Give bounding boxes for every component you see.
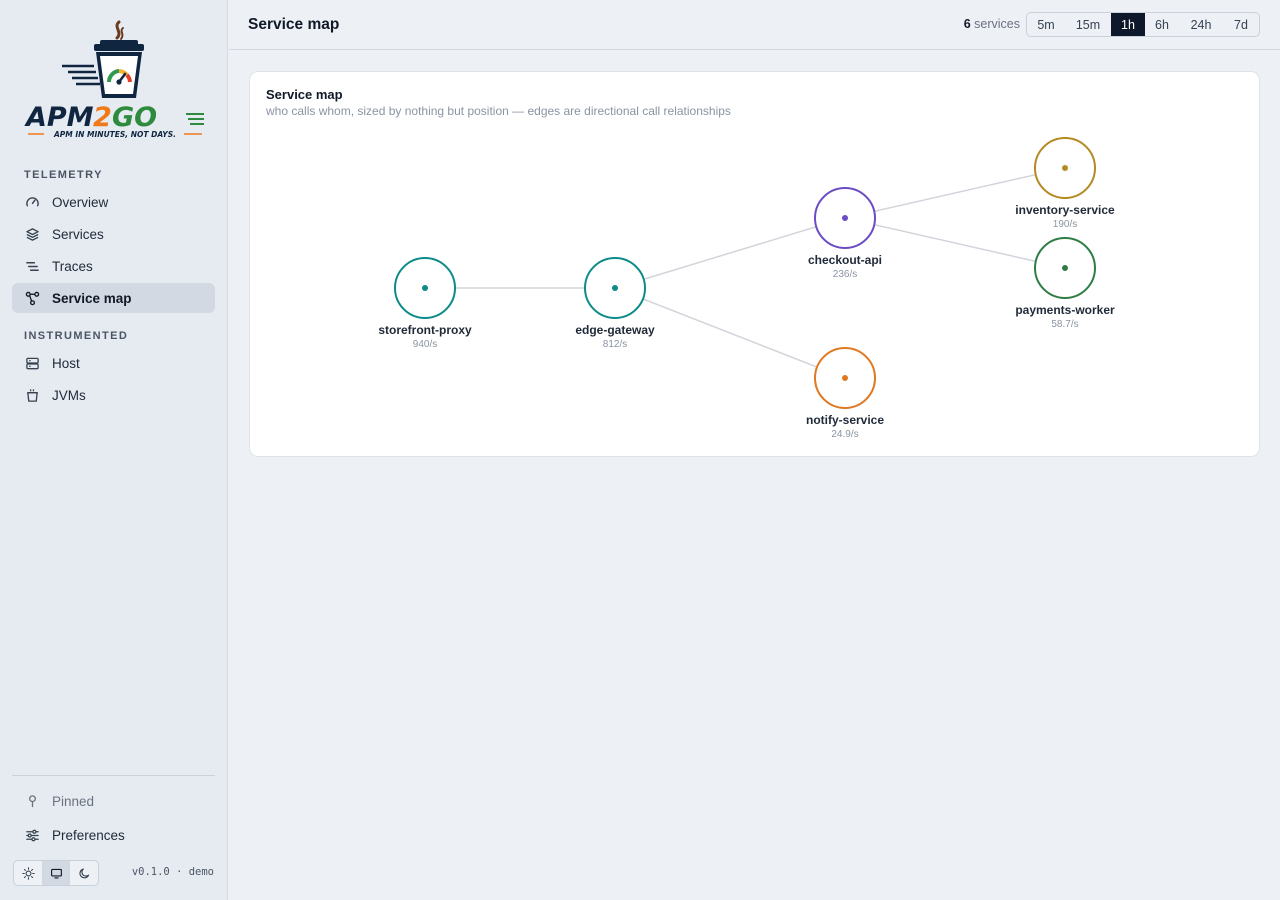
nav-item-host[interactable]: Host — [12, 348, 215, 378]
node-payments-worker[interactable] — [1034, 237, 1096, 299]
node-rate-payments-worker: 58.7/s — [1051, 319, 1079, 330]
svg-text:APM: APM — [24, 102, 94, 133]
nav-item-jvms[interactable]: JVMs — [12, 380, 215, 410]
node-inventory-service[interactable] — [1034, 137, 1096, 199]
nav-item-label: Host — [52, 355, 80, 371]
nav-item-label: Pinned — [52, 793, 95, 809]
sliders-icon — [24, 827, 40, 843]
node-name-notify-service: notify-service — [805, 413, 885, 427]
node-rate-inventory-service: 190/s — [1052, 219, 1078, 230]
svg-text:GO: GO — [112, 102, 157, 133]
theme-light-button[interactable] — [14, 861, 42, 885]
server-icon — [24, 355, 40, 371]
coffee-cup-icon — [24, 387, 40, 403]
service-count-value: 6 — [963, 17, 971, 31]
node-rate-storefront-proxy: 940/s — [412, 339, 438, 350]
nav-item-traces[interactable]: Traces — [12, 251, 215, 281]
node-rate-edge-gateway: 812/s — [602, 339, 628, 350]
node-name-checkout-api: checkout-api — [807, 253, 882, 267]
node-rate-notify-service: 24.9/s — [831, 429, 859, 440]
monitor-icon — [50, 868, 62, 879]
node-center-dot — [422, 285, 428, 291]
node-checkout-api[interactable] — [814, 187, 876, 249]
apm2go-logo[interactable]: APM 2 GO APM IN MINUTES, NOT DAYS. — [22, 16, 208, 142]
time-range-7d[interactable]: 7d — [1223, 13, 1259, 36]
sun-icon — [21, 866, 35, 880]
service-map-card: Service map who calls whom, sized by not… — [249, 71, 1260, 457]
theme-toggle — [13, 860, 99, 886]
service-count: 6 services — [964, 17, 1020, 31]
trace-list-icon — [24, 258, 40, 274]
nav-item-label: Overview — [52, 194, 109, 210]
node-name-payments-worker: payments-worker — [1015, 303, 1115, 317]
svg-text:2: 2 — [93, 102, 112, 133]
nav-item-label: Service map — [52, 290, 132, 306]
moon-icon — [78, 867, 89, 878]
theme-dark-button[interactable] — [70, 861, 98, 885]
sidebar-divider — [12, 775, 215, 776]
nav-item-pinned[interactable]: Pinned — [12, 786, 215, 816]
app-version: v0.1.0 · demo — [131, 866, 214, 878]
node-center-dot — [842, 375, 848, 381]
node-storefront-proxy[interactable] — [394, 257, 456, 319]
node-center-dot — [842, 215, 848, 221]
time-range-5m[interactable]: 5m — [1027, 13, 1065, 36]
node-center-dot — [1062, 265, 1068, 271]
time-range-selector: 5m 15m 1h 6h 24h 7d — [1026, 12, 1260, 37]
nav-item-label: JVMs — [52, 387, 86, 403]
svg-text:APM IN MINUTES, NOT DAYS.: APM IN MINUTES, NOT DAYS. — [53, 130, 176, 139]
time-range-24h[interactable]: 24h — [1179, 13, 1223, 36]
node-center-dot — [1062, 165, 1068, 171]
node-center-dot — [612, 285, 618, 291]
page-title: Service map — [248, 16, 340, 33]
node-name-edge-gateway: edge-gateway — [575, 323, 655, 337]
time-range-15m[interactable]: 15m — [1065, 13, 1111, 36]
time-range-1h[interactable]: 1h — [1111, 13, 1145, 36]
node-notify-service[interactable] — [814, 347, 876, 409]
time-range-6h[interactable]: 6h — [1145, 13, 1179, 36]
nav-item-label: Preferences — [52, 827, 125, 843]
graph-icon — [24, 290, 40, 306]
node-rate-checkout-api: 236/s — [832, 269, 858, 280]
nav-item-overview[interactable]: Overview — [12, 187, 215, 217]
topbar: Service map 6 services 5m 15m 1h 6h 24h … — [229, 0, 1280, 50]
node-name-inventory-service: inventory-service — [1015, 203, 1115, 217]
sidebar: APM 2 GO APM IN MINUTES, NOT DAYS. TELEM… — [0, 0, 228, 900]
nav-item-label: Traces — [52, 258, 93, 274]
gauge-icon — [24, 194, 40, 210]
layers-icon — [24, 226, 40, 242]
node-name-storefront-proxy: storefront-proxy — [378, 323, 472, 337]
nav-item-label: Services — [52, 226, 104, 242]
nav-section-telemetry: TELEMETRY — [24, 169, 103, 181]
nav-section-instrumented: INSTRUMENTED — [24, 330, 129, 342]
service-count-label: services — [974, 17, 1020, 31]
pin-icon — [24, 793, 40, 809]
node-edge-gateway[interactable] — [584, 257, 646, 319]
nav-item-preferences[interactable]: Preferences — [12, 820, 215, 850]
theme-system-button[interactable] — [42, 861, 70, 885]
nav-item-service-map[interactable]: Service map — [12, 283, 215, 313]
nav-item-services[interactable]: Services — [12, 219, 215, 249]
